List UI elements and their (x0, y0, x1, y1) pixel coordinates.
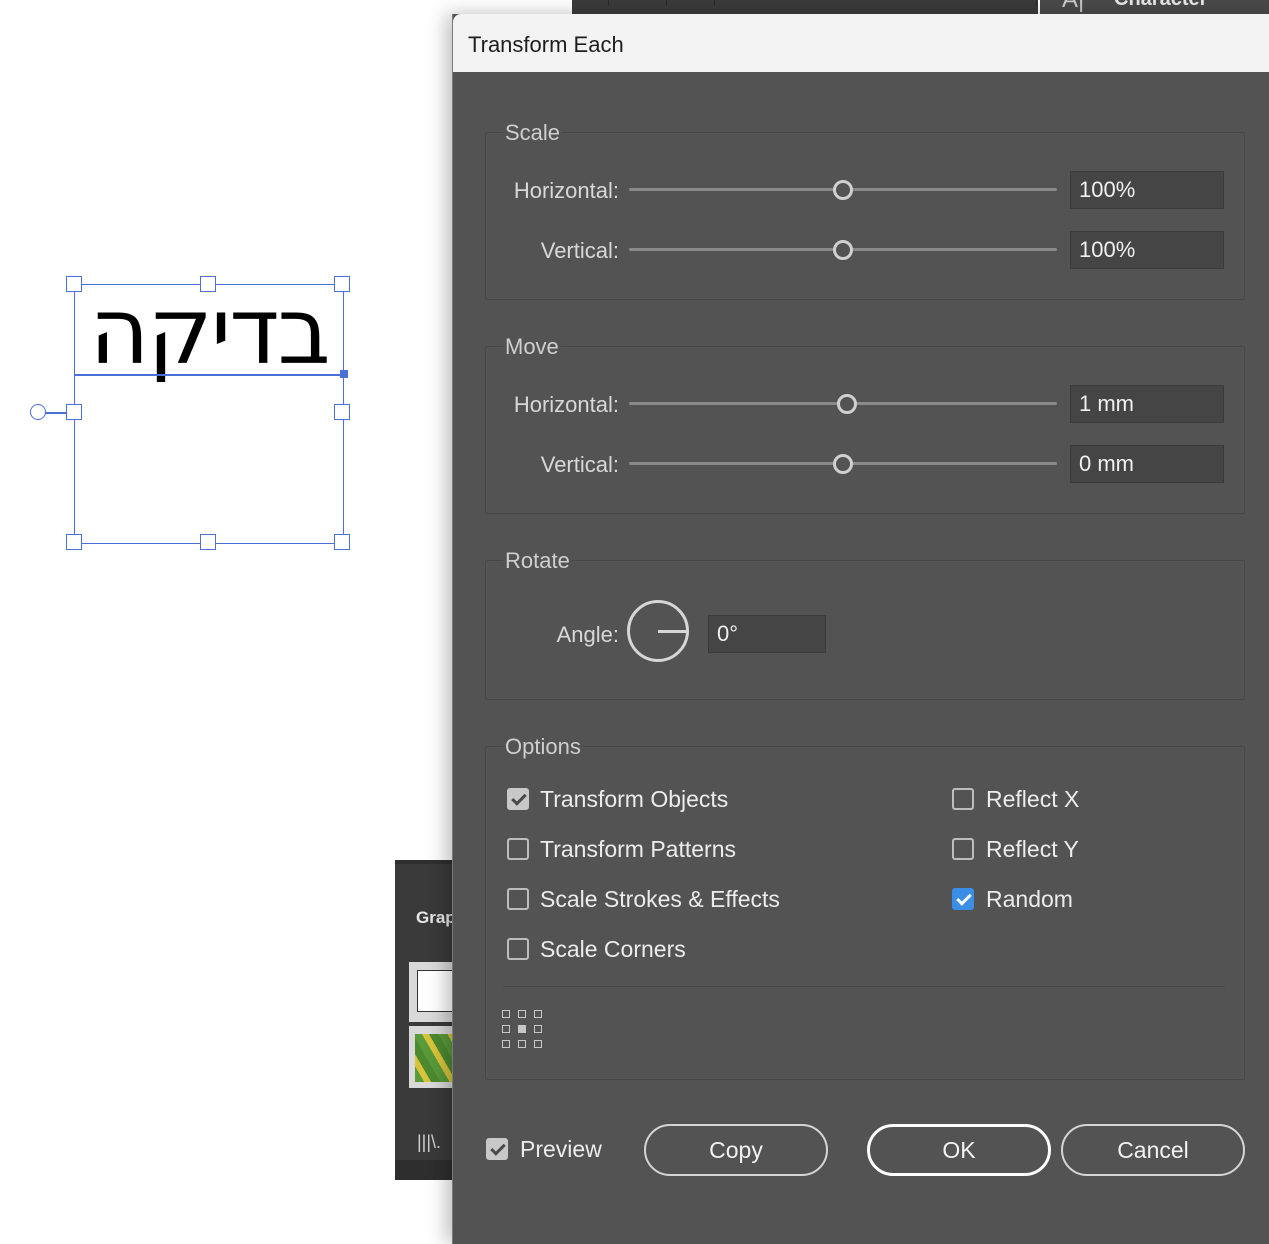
reflect-y-checkbox[interactable] (952, 838, 974, 860)
rotate-pivot-handle[interactable] (30, 404, 46, 420)
transform-each-dialog: Transform Each Scale Horizontal: Vertica… (452, 14, 1269, 1244)
angle-dial-hand (658, 630, 688, 633)
ref-point-top-center[interactable] (518, 1010, 526, 1018)
handle-top-right[interactable] (334, 276, 350, 292)
libraries-icon[interactable]: |||\. (417, 1132, 441, 1153)
ok-button[interactable]: OK (867, 1124, 1051, 1176)
options-group-label: Options (503, 734, 583, 760)
reflect-x-checkbox[interactable] (952, 788, 974, 810)
copy-button[interactable]: Copy (644, 1124, 828, 1176)
character-panel-title: Character (1114, 0, 1207, 11)
angle-dial[interactable] (627, 600, 689, 662)
options-divider (503, 986, 1225, 987)
ref-point-middle-right[interactable] (534, 1025, 542, 1033)
scale-vertical-slider-knob[interactable] (833, 240, 853, 260)
move-horizontal-input[interactable] (1070, 385, 1224, 423)
scale-horizontal-slider-knob[interactable] (833, 180, 853, 200)
ref-point-bottom-center[interactable] (518, 1040, 526, 1048)
handle-bottom-center[interactable] (200, 534, 216, 550)
scale-vertical-input[interactable] (1070, 231, 1224, 269)
hebrew-text-object[interactable]: בדיקה (74, 286, 344, 396)
handle-bottom-right[interactable] (334, 534, 350, 550)
handle-middle-left[interactable] (66, 404, 82, 420)
dialog-titlebar[interactable]: Transform Each (453, 14, 1269, 72)
ref-point-bottom-right[interactable] (534, 1040, 542, 1048)
preview-label[interactable]: Preview (520, 1136, 602, 1163)
rotate-group-label: Rotate (503, 548, 572, 574)
angle-label: Angle: (556, 622, 619, 647)
scale-corners-checkbox[interactable] (507, 938, 529, 960)
random-checkbox[interactable] (952, 888, 974, 910)
character-icon: A| (1062, 0, 1084, 14)
move-horizontal-label: Horizontal: (513, 392, 619, 417)
move-vertical-label: Vertical: (540, 452, 619, 477)
ref-point-middle-left[interactable] (502, 1025, 510, 1033)
transform-patterns-label[interactable]: Transform Patterns (540, 836, 736, 863)
handle-bottom-left[interactable] (66, 534, 82, 550)
reflect-x-label[interactable]: Reflect X (986, 786, 1079, 813)
text-out-port[interactable] (340, 370, 348, 378)
scale-strokes-checkbox[interactable] (507, 888, 529, 910)
graphic-styles-title: Grap (416, 908, 456, 927)
reference-point-locator[interactable] (502, 1010, 542, 1048)
handle-middle-right[interactable] (334, 404, 350, 420)
handle-top-center[interactable] (200, 276, 216, 292)
move-horizontal-slider-knob[interactable] (837, 394, 857, 414)
move-vertical-input[interactable] (1070, 445, 1224, 483)
transform-objects-checkbox[interactable] (507, 788, 529, 810)
cancel-button[interactable]: Cancel (1061, 1124, 1245, 1176)
random-label[interactable]: Random (986, 886, 1073, 913)
toolbar-strip (572, 0, 1038, 15)
scale-corners-label[interactable]: Scale Corners (540, 936, 686, 963)
transform-objects-label[interactable]: Transform Objects (540, 786, 728, 813)
reflect-y-label[interactable]: Reflect Y (986, 836, 1079, 863)
scale-group (485, 132, 1245, 300)
character-panel-tab[interactable]: A| Character (1040, 0, 1269, 14)
move-group (485, 346, 1245, 514)
transform-patterns-checkbox[interactable] (507, 838, 529, 860)
move-vertical-slider-knob[interactable] (833, 454, 853, 474)
dialog-title: Transform Each (468, 32, 624, 57)
scale-vertical-label: Vertical: (540, 238, 619, 263)
move-group-label: Move (503, 334, 561, 360)
scale-horizontal-label: Horizontal: (513, 178, 619, 203)
scale-horizontal-input[interactable] (1070, 171, 1224, 209)
preview-checkbox[interactable] (486, 1138, 508, 1160)
ref-point-top-right[interactable] (534, 1010, 542, 1018)
ref-point-center[interactable] (518, 1025, 526, 1033)
scale-strokes-label[interactable]: Scale Strokes & Effects (540, 886, 780, 913)
ref-point-bottom-left[interactable] (502, 1040, 510, 1048)
ref-point-top-left[interactable] (502, 1010, 510, 1018)
scale-group-label: Scale (503, 120, 563, 146)
angle-input[interactable] (708, 615, 826, 653)
text-baseline (74, 374, 346, 376)
handle-top-left[interactable] (66, 276, 82, 292)
